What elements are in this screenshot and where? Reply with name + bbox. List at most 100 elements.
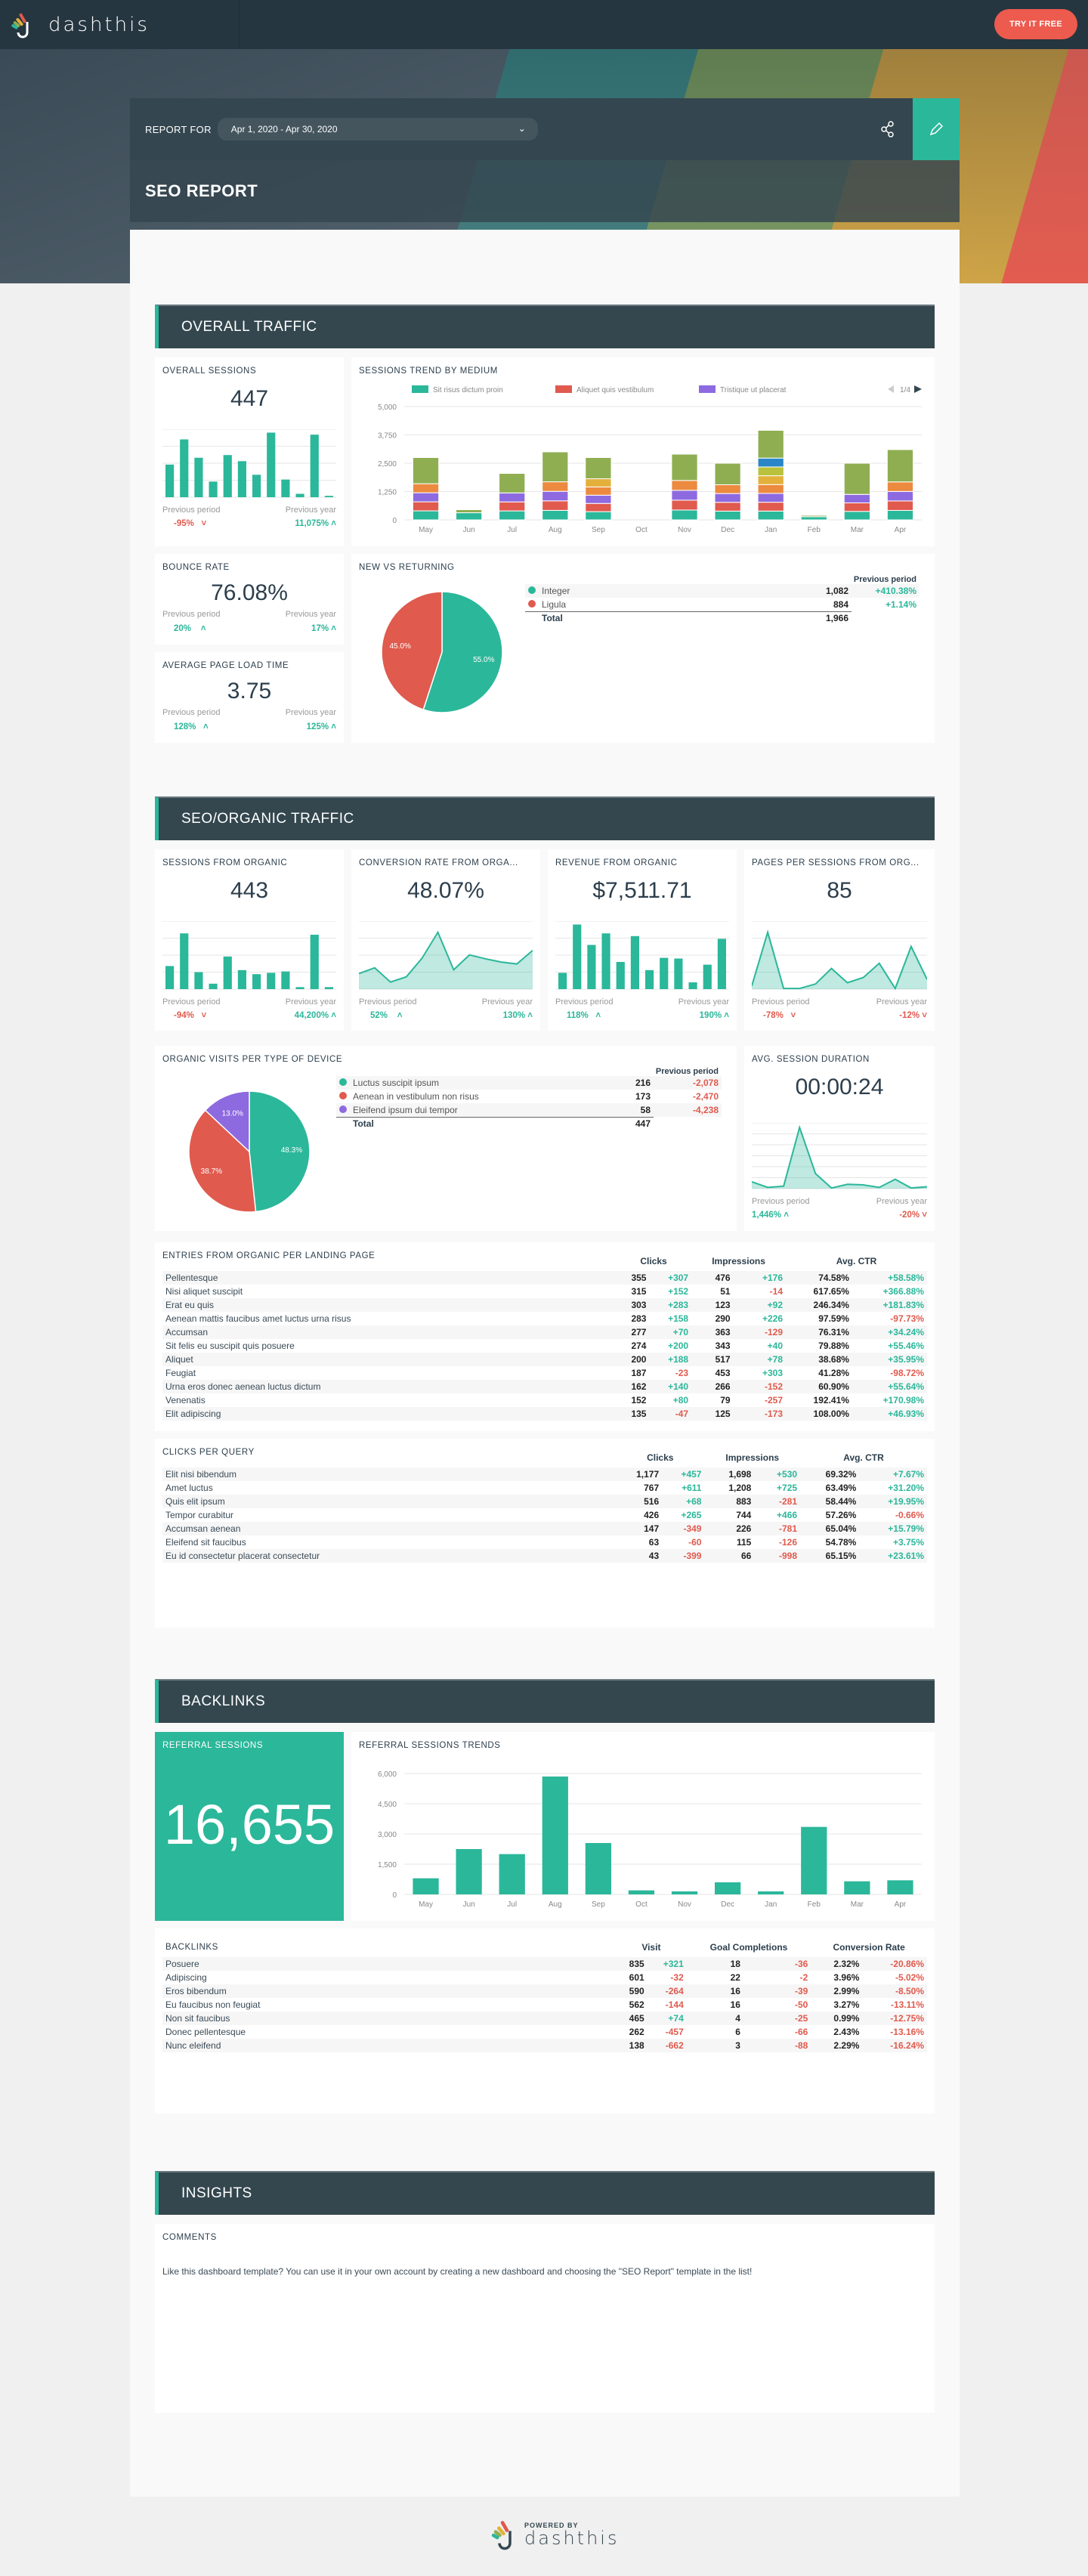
y-tick-label: 0 (392, 517, 397, 525)
metric-change: +3.75% (892, 1537, 924, 1548)
row-label: Eros bibendum (162, 1984, 616, 1998)
bar (844, 1881, 870, 1894)
brand-name: dashthis (48, 13, 150, 36)
metric-change: -144 (665, 1999, 684, 2010)
row-label: Aenean mattis faucibus amet luctus urna … (165, 1313, 351, 1324)
row-label: Urna eros donec aenean luctus dictum (162, 1380, 616, 1393)
arrow-up-icon: ˄ (196, 722, 209, 731)
bar (542, 1777, 568, 1894)
x-tick-label: Jun (463, 526, 475, 534)
bar (671, 1891, 698, 1894)
legend-swatch (412, 385, 428, 393)
stack-segment (671, 490, 698, 501)
date-range-select[interactable]: Apr 1, 2020 - Apr 30, 2020 ⌄ (217, 118, 538, 141)
metric-change: -781 (754, 1522, 801, 1535)
sessions-organic-sparkline (162, 921, 336, 990)
spark-bar (645, 969, 654, 989)
stack-segment (412, 483, 440, 493)
row-label: Non sit faucibus (162, 2012, 616, 2025)
x-tick-label: Jan (765, 1900, 777, 1909)
stack-segment (714, 484, 741, 494)
stack-segment (757, 457, 784, 468)
table-row: Quis elit ipsum 516 +68 883 -281 58.44% +19.95… (162, 1495, 927, 1508)
previous-period-label: Previous period (359, 997, 417, 1007)
table-row: Donec pellentesque 262 -457 6 -66 2.43% -13.16… (162, 2025, 927, 2039)
metric-value: 226 (704, 1522, 755, 1535)
conversion-organic-value: 48.07% (407, 878, 484, 903)
stack-segment (585, 457, 612, 480)
bar (628, 1890, 655, 1894)
metric-change: +611 (682, 1483, 702, 1493)
arrow-down-icon: ˅ (193, 1011, 207, 1020)
brand-logo[interactable]: dashthis (0, 0, 240, 49)
spark-bar (223, 956, 232, 989)
metric-value: 152 (631, 1395, 647, 1406)
metric-change: +321 (647, 1957, 687, 1971)
y-tick-label: 4,500 (378, 1801, 397, 1809)
previous-year-label: Previous year (876, 1197, 927, 1206)
x-tick-label: Oct (635, 1900, 648, 1909)
metric-change: +366.88% (882, 1286, 924, 1297)
metric-value: 22 (730, 1972, 740, 1983)
metric-change: -36 (743, 1957, 811, 1971)
metric-change: -173 (733, 1407, 787, 1421)
conversion-organic-sparkline (359, 921, 533, 990)
metric-change: -88 (743, 2039, 811, 2052)
spark-bar (295, 493, 304, 497)
stack-segment (886, 500, 914, 511)
conversion-organic-card: CONVERSION RATE FROM ORGA... 48.07% Prev… (351, 849, 540, 1031)
column-header: Visit (641, 1942, 661, 1953)
metric-change: +35.95% (852, 1353, 927, 1366)
arrow-up-icon: ˄ (588, 1011, 601, 1020)
edit-button[interactable] (913, 98, 960, 160)
bounce-rate-value: 76.08% (211, 580, 288, 605)
metric-change: +68 (662, 1495, 705, 1508)
previous-year-label: Previous year (876, 997, 927, 1007)
try-it-free-button[interactable]: TRY IT FREE (994, 9, 1077, 39)
metric-value: 601 (629, 1972, 644, 1983)
table-header: Clicks Impressions Avg. CTR (162, 1448, 927, 1467)
legend-label: Eleifend ipsum dui tempor (350, 1103, 612, 1117)
stack-segment (800, 515, 827, 518)
powered-by-logo[interactable]: POWERED BY dashthis (490, 2519, 619, 2550)
column-header: Avg. CTR (843, 1452, 884, 1463)
queries-card: CLICKS PER QUERY Clicks Impressions Avg. C… (155, 1439, 935, 1628)
metric-value: 315 (631, 1286, 647, 1297)
metric-change: +158 (668, 1313, 689, 1324)
bar (585, 1843, 611, 1894)
table-row: Sit felis eu suscipit quis posuere 274 +20… (162, 1339, 927, 1353)
metric-value: 41.28% (818, 1368, 849, 1378)
total-label: Total (539, 611, 709, 625)
report-header: REPORT FOR Apr 1, 2020 - Apr 30, 2020 ⌄ (130, 98, 960, 160)
metric-value: 65.04% (800, 1522, 860, 1535)
spark-bar (616, 962, 625, 989)
metric-change: +40 (767, 1341, 784, 1351)
share-icon[interactable] (876, 118, 899, 141)
arrow-up-icon: ˄ (527, 1011, 533, 1020)
spark-bar (209, 983, 218, 989)
x-tick-label: Nov (678, 1900, 691, 1909)
x-tick-label: Aug (549, 526, 562, 534)
comments-card: COMMENTS Like this dashboard template? Y… (155, 2224, 935, 2413)
previous-period-change: -95% (174, 519, 194, 528)
stack-segment (757, 484, 784, 494)
metric-change: +31.20% (888, 1483, 924, 1493)
metric-value: 43 (616, 1549, 663, 1563)
metric-change: +152 (668, 1286, 689, 1297)
metric-value: 2.32% (811, 1957, 863, 1971)
x-tick-label: Nov (678, 526, 691, 534)
page-title: SEO REPORT (145, 181, 258, 200)
bar (715, 1882, 741, 1894)
stack-segment (542, 509, 569, 521)
metric-change: -0.66% (895, 1510, 924, 1520)
metric-value: 65.15% (800, 1549, 860, 1563)
previous-year-label: Previous year (678, 997, 729, 1007)
legend-value: 1,082 (709, 584, 852, 598)
arrow-up-icon: ˄ (191, 624, 206, 633)
section-header-overall-traffic: OVERALL TRAFFIC (155, 305, 935, 348)
legend-row: Integer 1,082 +410.38% (525, 584, 920, 598)
metric-change: +92 (733, 1298, 787, 1312)
metric-change: +55.64% (852, 1380, 927, 1393)
metric-change: +46.93% (852, 1407, 927, 1421)
x-tick-label: Apr (895, 1900, 907, 1909)
